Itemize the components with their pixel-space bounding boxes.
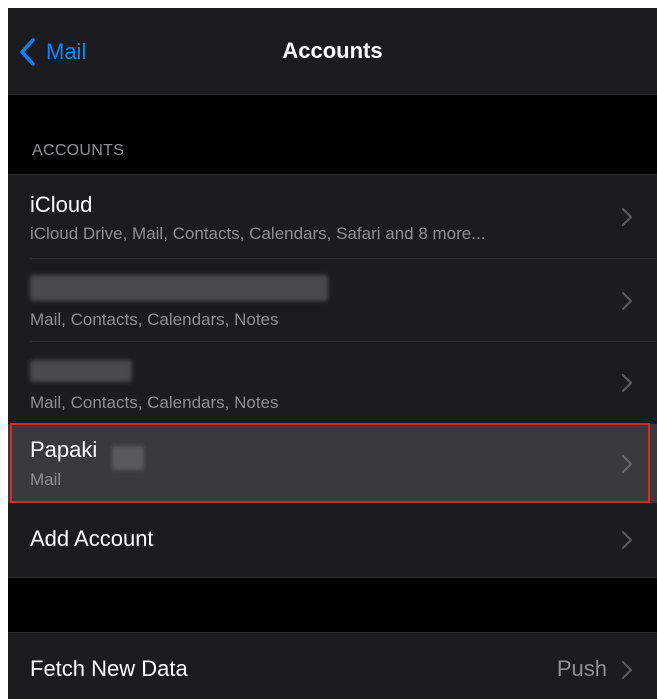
account-row-redacted-2[interactable]: Mail, Contacts, Calendars, Notes [8,342,657,424]
chevron-right-icon [621,530,633,550]
chevron-right-icon [621,373,633,393]
fetch-value: Push [556,656,607,681]
page-title: Accounts [282,38,383,63]
redacted-account-name [30,275,328,301]
account-title: iCloud [30,192,93,217]
chevron-right-icon [621,291,633,311]
redacted-account-suffix [112,446,144,470]
fetch-settings-group: Fetch New Data Push [8,632,657,699]
account-subtitle: Mail [30,470,62,489]
add-account-label: Add Account [30,526,154,551]
account-row-redacted-1[interactable]: Mail, Contacts, Calendars, Notes [8,259,657,342]
section-header-accounts: ACCOUNTS [32,142,125,159]
account-subtitle: Mail, Contacts, Calendars, Notes [30,310,279,329]
chevron-right-icon [621,454,633,474]
redacted-account-name [30,360,132,382]
account-row-papaki[interactable]: Papaki Mail [8,424,657,503]
account-subtitle: iCloud Drive, Mail, Contacts, Calendars,… [30,224,486,243]
account-row-icloud[interactable]: iCloud iCloud Drive, Mail, Contacts, Cal… [8,175,657,259]
chevron-right-icon [621,207,633,227]
add-account-row[interactable]: Add Account [8,503,657,576]
chevron-right-icon [621,660,633,680]
fetch-new-data-label: Fetch New Data [30,656,188,681]
account-title: Papaki [30,437,98,462]
account-subtitle: Mail, Contacts, Calendars, Notes [30,393,279,412]
navigation-bar: Mail Accounts [8,8,657,95]
accounts-screen: Mail Accounts ACCOUNTS iCloud iCloud Dri… [8,8,657,699]
fetch-new-data-row[interactable]: Fetch New Data Push [8,633,657,699]
accounts-list: iCloud iCloud Drive, Mail, Contacts, Cal… [8,174,657,578]
